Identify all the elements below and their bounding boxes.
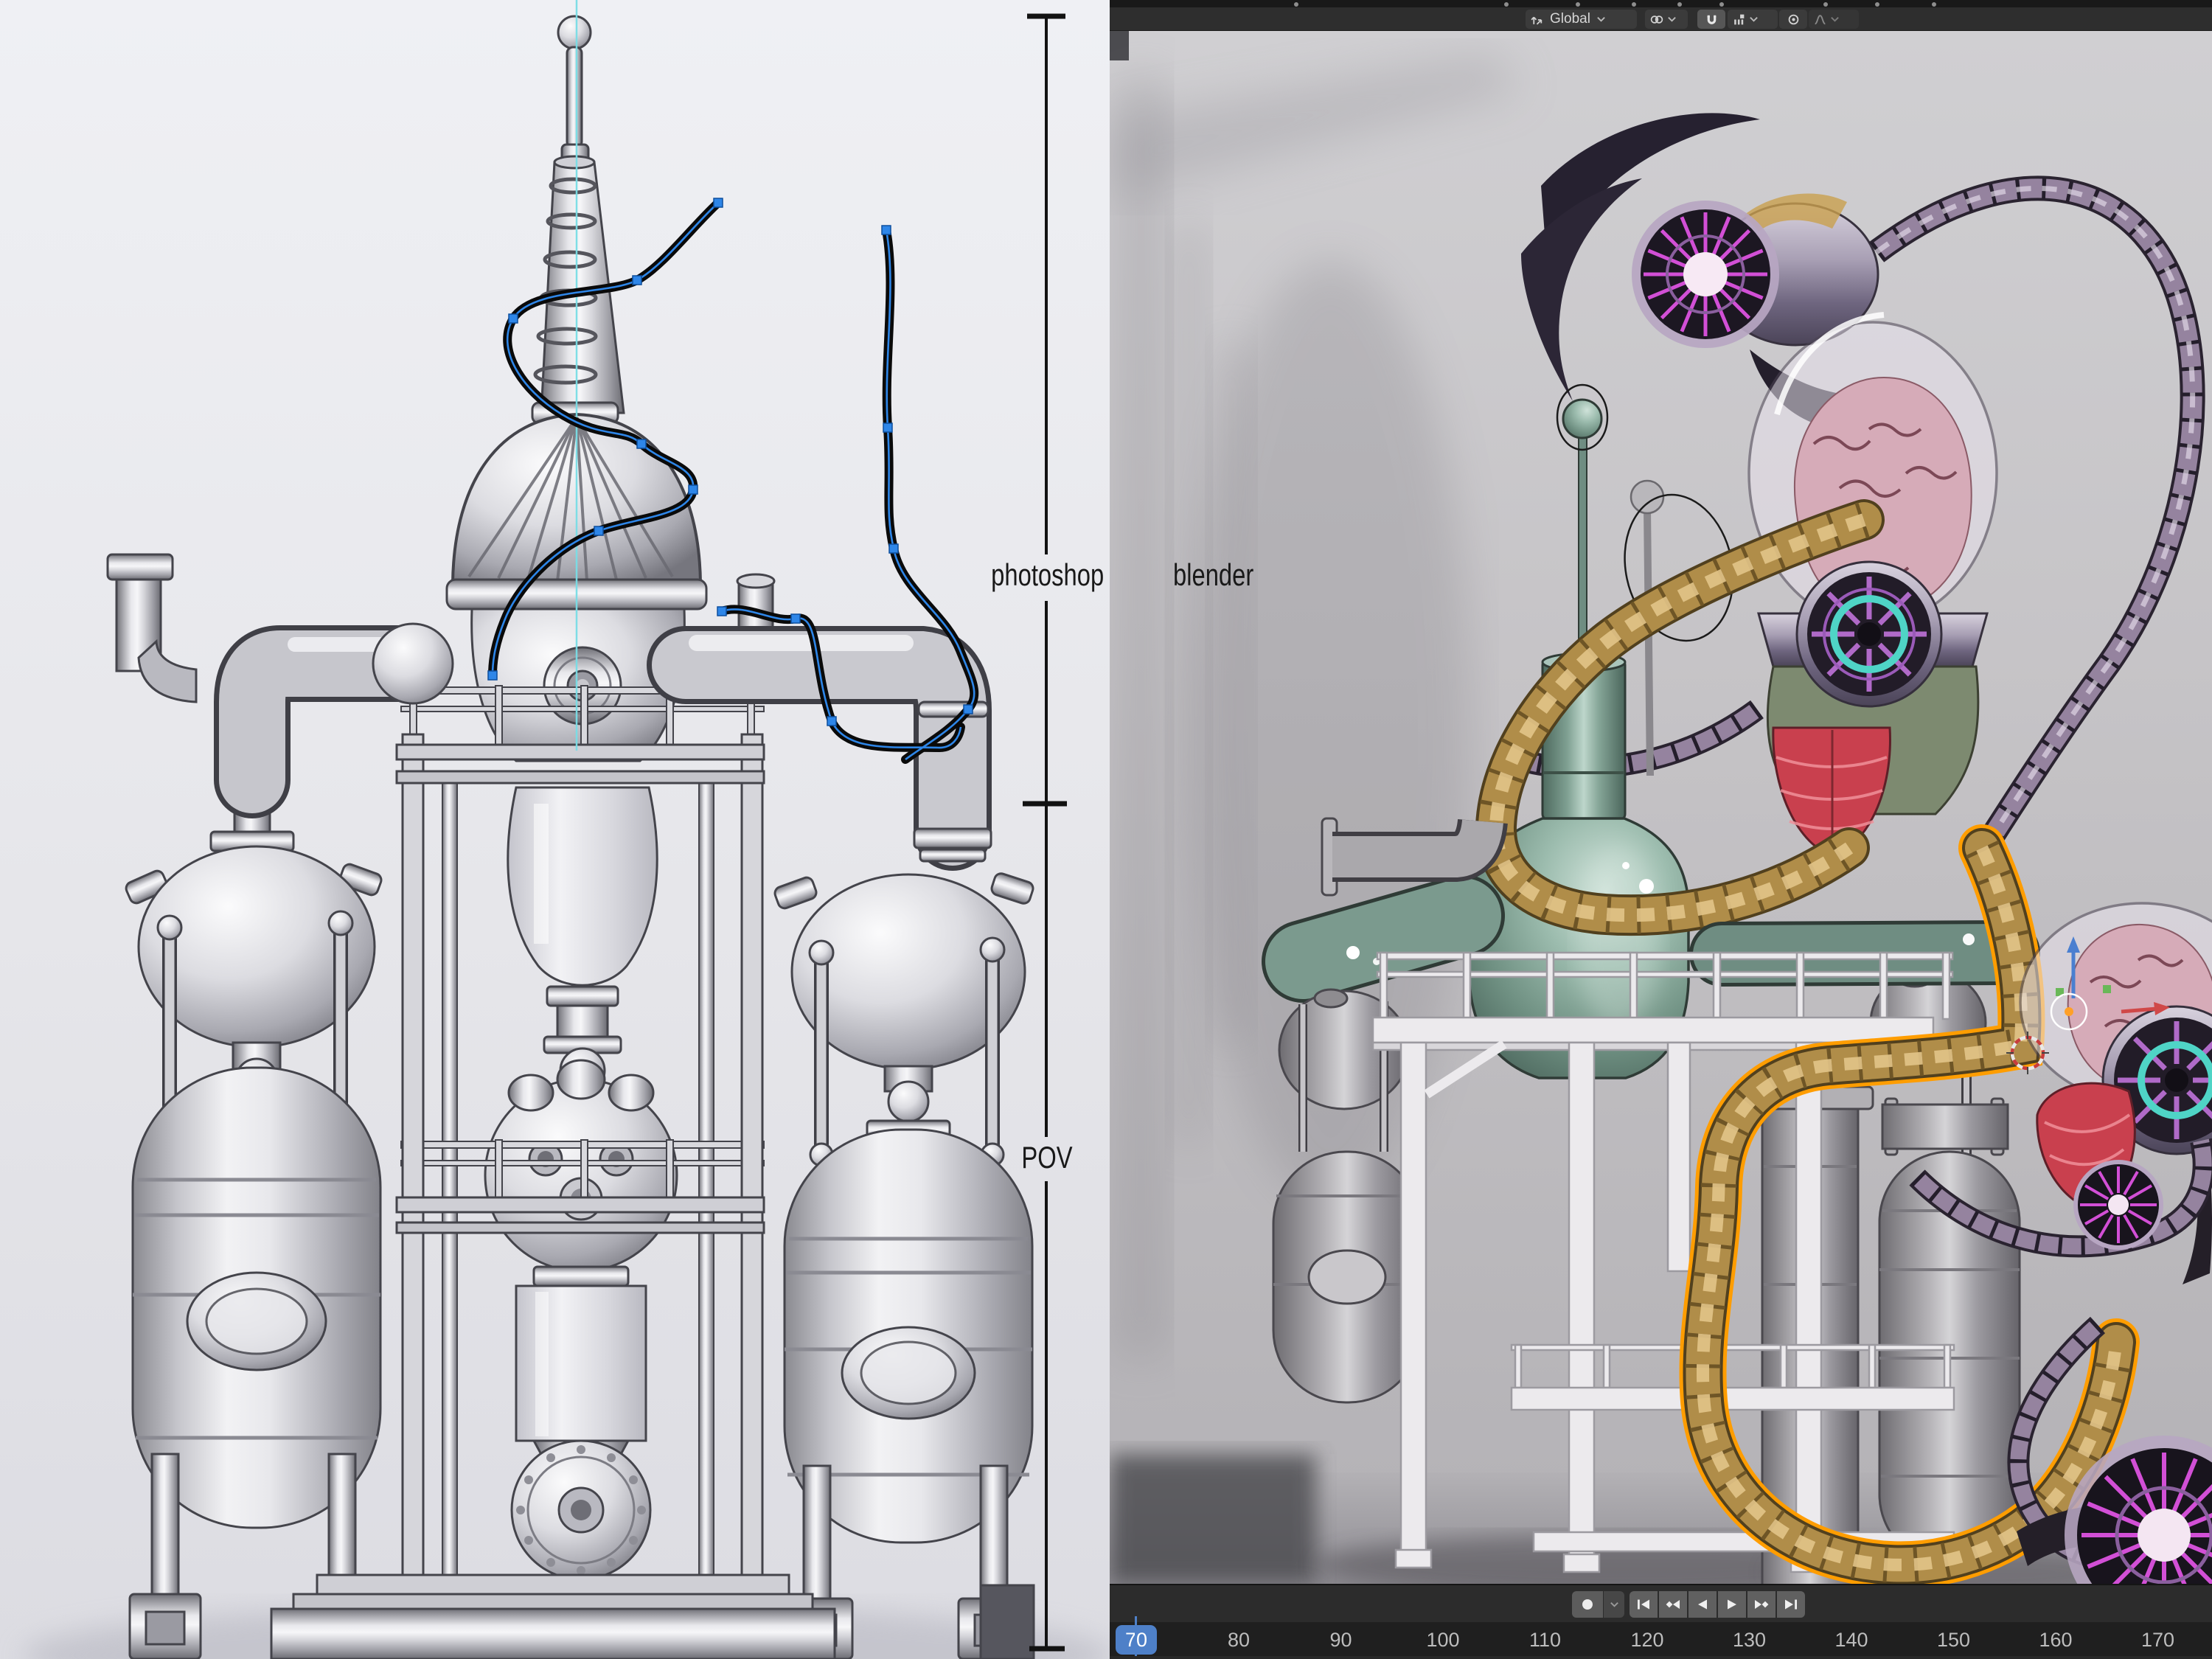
snap-target-dropdown[interactable] [1728, 10, 1778, 29]
play-button[interactable] [1718, 1591, 1746, 1618]
topbar-icon-dot [1632, 2, 1636, 7]
magnet-icon [1705, 13, 1719, 27]
timeline-header [1110, 1584, 2212, 1622]
frame-tick: 120 [1630, 1629, 1663, 1652]
jump-to-end-icon [1783, 1599, 1799, 1610]
frame-tick: 160 [2039, 1629, 2072, 1652]
topbar-icon-dot [1823, 2, 1828, 7]
chevron-down-icon [1667, 15, 1677, 23]
blender-viewport-artwork [1110, 31, 2212, 1584]
topbar-icon-dot [1294, 2, 1298, 7]
chevron-down-icon [1830, 15, 1840, 23]
next-keyframe-icon [1753, 1599, 1770, 1610]
teal-right-arm [1722, 933, 2008, 954]
timeline-channel-strip [1110, 1656, 2212, 1659]
topbar-icon-dot [1932, 2, 1936, 7]
proportional-editing-toggle[interactable] [1779, 10, 1807, 29]
left-tank-assembly [124, 776, 383, 1659]
viewport-header: Global [1110, 7, 2212, 31]
jump-to-start-button[interactable] [1630, 1591, 1658, 1618]
next-keyframe-button[interactable] [1747, 1591, 1775, 1618]
photoshop-label: photoshop [991, 557, 1104, 593]
circle-dot-icon [1787, 13, 1801, 27]
frame-tick: 150 [1937, 1629, 1970, 1652]
transform-orientation-dropdown[interactable]: Global [1526, 10, 1637, 29]
proportional-falloff-dropdown[interactable] [1809, 10, 1859, 29]
topbar-icon-dot [1875, 2, 1879, 7]
previous-keyframe-button[interactable] [1659, 1591, 1687, 1618]
blender-label: blender [1173, 557, 1253, 593]
frame-tick: 100 [1426, 1629, 1459, 1652]
photoshop-canvas[interactable]: photoshop POV [0, 0, 1110, 1659]
chevron-down-icon [1749, 15, 1759, 23]
timeline-editor: 70 8090100110120130140150160170 [1110, 1584, 2212, 1659]
screenshot-root: photoshop POV Global [0, 0, 2212, 1659]
frame-tick: 80 [1228, 1629, 1250, 1652]
play-reverse-button[interactable] [1688, 1591, 1717, 1618]
topbar-icon-dot [1677, 2, 1682, 7]
chevron-down-icon [1610, 1601, 1619, 1608]
playhead-line[interactable] [1135, 1616, 1137, 1659]
frame-tick: 90 [1329, 1629, 1352, 1652]
bell-curve-icon [1813, 13, 1827, 27]
play-reverse-icon [1695, 1599, 1710, 1610]
linked-circles-icon [1649, 13, 1664, 27]
gray-antenna [1647, 509, 1650, 776]
right-tank-assembly [773, 872, 1034, 1659]
jump-to-end-button[interactable] [1777, 1591, 1805, 1618]
photoshop-artwork [0, 0, 1110, 1659]
pov-label: POV [1008, 1140, 1086, 1175]
frame-tick: 140 [1834, 1629, 1868, 1652]
keying-dropdown[interactable] [1604, 1591, 1624, 1618]
orientation-label: Global [1547, 11, 1593, 27]
jump-to-start-icon [1635, 1599, 1652, 1610]
frame-ruler[interactable]: 70 8090100110120130140150160170 [1110, 1622, 2212, 1656]
play-icon [1725, 1599, 1739, 1610]
auto-key-button[interactable] [1572, 1591, 1603, 1618]
topbar-icon-dot [1504, 2, 1509, 7]
frame-tick: 110 [1529, 1629, 1561, 1652]
increment-grid-icon [1732, 13, 1746, 27]
topbar-icon-dot [1719, 2, 1724, 7]
blender-topbar-cropped [1110, 0, 2212, 7]
frame-tick: 130 [1733, 1629, 1766, 1652]
chevron-down-icon [1596, 15, 1606, 23]
record-dot-icon [1581, 1598, 1594, 1611]
snap-toggle-button[interactable] [1697, 10, 1725, 29]
axes-arrows-icon [1530, 13, 1544, 27]
blender-window: Global [1110, 0, 2212, 1659]
frame-tick: 170 [2141, 1629, 2174, 1652]
pivot-point-dropdown[interactable] [1645, 10, 1688, 29]
previous-keyframe-icon [1665, 1599, 1681, 1610]
topbar-icon-dot [1576, 2, 1580, 7]
blender-3d-viewport[interactable] [1110, 31, 2212, 1584]
